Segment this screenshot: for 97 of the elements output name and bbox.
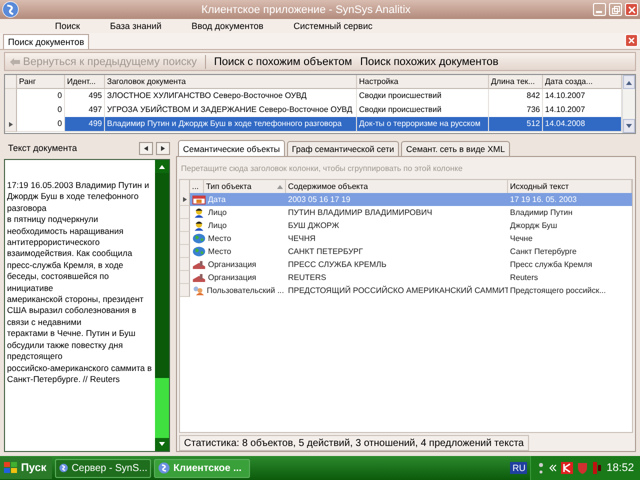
- language-indicator[interactable]: RU: [510, 462, 528, 474]
- right-arrow-icon: [160, 146, 166, 150]
- antivirus-icon[interactable]: [561, 462, 574, 474]
- building-icon: [192, 260, 206, 270]
- scrollbar[interactable]: [155, 160, 169, 451]
- app-icon: [59, 462, 69, 474]
- tab[interactable]: Семант. сеть в виде XML: [401, 141, 510, 156]
- row-pointer-icon: [182, 196, 188, 202]
- clock: 18:52: [606, 462, 634, 474]
- column-label: Тип объекта: [206, 181, 252, 193]
- row-header[interactable]: [180, 193, 190, 206]
- column-header[interactable]: ...: [190, 180, 204, 194]
- app-logo-icon[interactable]: [2, 1, 19, 18]
- toolbar-button[interactable]: Поиск похожих документов: [360, 56, 498, 68]
- window-title: Клиентское приложение - SynSys Analitix: [200, 4, 412, 16]
- table-cell: УГРОЗА УБИЙСТВОМ И ЗАДЕРЖАНИЕ Северо-Восточное ОУВД: [105, 103, 357, 118]
- panel-title: Текст документа: [7, 143, 78, 153]
- app-icon: [158, 462, 170, 474]
- object-type: Место: [208, 233, 232, 245]
- close-tab-button[interactable]: [625, 34, 638, 47]
- column-header[interactable]: Ранг: [17, 75, 65, 89]
- table-cell: 736: [489, 103, 543, 118]
- globe-icon: [192, 246, 206, 257]
- taskbar-button[interactable]: Сервер - SynS...: [55, 458, 152, 478]
- scroll-up-icon: [626, 80, 632, 84]
- object-type: Организация: [208, 272, 256, 284]
- close-icon: [628, 6, 636, 14]
- close-button[interactable]: [625, 3, 638, 16]
- scroll-down-icon: [626, 124, 632, 128]
- scroll-up-icon: [159, 164, 165, 169]
- menu-item[interactable]: Системный сервис: [278, 21, 388, 31]
- column-header[interactable]: Заголовок документа: [105, 75, 357, 89]
- column-header[interactable]: Содержимое объекта: [286, 180, 508, 194]
- document-tab[interactable]: Поиск документов: [3, 34, 90, 49]
- table-cell: 14.10.2007: [543, 89, 622, 104]
- previous-button[interactable]: [139, 142, 153, 154]
- restore-button[interactable]: [609, 3, 622, 16]
- menu-item[interactable]: Ввод документов: [176, 21, 278, 31]
- table-cell: 512: [489, 117, 543, 132]
- next-button[interactable]: [156, 142, 170, 154]
- status-text: Статистика: 8 объектов, 5 действий, 3 отношений, 4 предложений текста: [179, 435, 529, 451]
- corner-header: [5, 75, 17, 89]
- network-icon[interactable]: [537, 462, 546, 474]
- table-cell: 2003 05 16 17 19: [286, 193, 508, 206]
- scroll-down-icon: [159, 442, 165, 447]
- tab[interactable]: Граф семантической сети: [286, 141, 400, 156]
- object-type: Пользовательский ...: [206, 285, 284, 297]
- table-cell: ЗЛОСТНОЕ ХУЛИГАНСТВО Северо-Восточное ОУВД: [105, 89, 357, 104]
- left-arrow-icon: [143, 146, 149, 150]
- expand-icon[interactable]: [549, 464, 558, 472]
- object-type: Место: [208, 246, 232, 258]
- scrollbar[interactable]: [622, 75, 635, 133]
- row-header[interactable]: [5, 117, 17, 132]
- text-paragraph: российско-американского саммита в Санкт-Петербурге. // Reuters: [7, 362, 153, 386]
- table-cell: 499: [65, 117, 105, 132]
- tab[interactable]: Семантические объекты: [178, 140, 285, 156]
- column-header[interactable]: Настройка: [357, 75, 489, 89]
- table-cell: Сводки происшествий: [357, 103, 489, 118]
- table-cell: 0: [17, 103, 65, 118]
- tray-app-icon[interactable]: [592, 462, 602, 474]
- table-cell: 14.10.2007: [543, 103, 622, 118]
- table-cell: 497: [65, 103, 105, 118]
- table-cell: 0: [17, 117, 65, 132]
- group-hint: Перетащите сюда заголовок колонки, чтобы сгруппировать по этой колонке: [180, 163, 464, 175]
- table-cell: Сводки происшествий: [357, 89, 489, 104]
- menu-item[interactable]: База знаний: [94, 21, 177, 31]
- table-cell: ПРЕДСТОЯЩИЙ РОССИЙСКО АМЕРИКАНСКИЙ САММИТ: [286, 284, 508, 297]
- minimize-button[interactable]: [593, 3, 606, 16]
- column-header[interactable]: Тип объекта: [204, 180, 286, 194]
- windows-logo-icon: [4, 462, 18, 474]
- column-header[interactable]: Дата созда...: [543, 75, 622, 89]
- table-cell: 14.04.2008: [543, 117, 622, 132]
- column-header[interactable]: Исходный текст: [508, 180, 632, 194]
- menu-item[interactable]: Поиск: [40, 21, 95, 31]
- person-icon: [192, 220, 206, 231]
- close-icon: [628, 37, 635, 44]
- column-header[interactable]: Длина тек...: [489, 75, 543, 89]
- restore-icon: [612, 6, 620, 14]
- person-icon: [192, 207, 206, 218]
- object-type: Лицо: [208, 220, 227, 232]
- people-icon: [192, 285, 205, 296]
- scroll-thumb[interactable]: [155, 378, 169, 438]
- object-type: Организация: [208, 259, 256, 271]
- table-cell: Док-ты о терроризме на русском: [357, 117, 489, 132]
- back-icon: [9, 56, 21, 66]
- building-icon: [192, 272, 206, 282]
- toolbar-button[interactable]: Поиск с похожим объектом: [214, 56, 352, 68]
- table-cell: Владимир Путин и Джордж Буш в ходе телефонного разговора: [105, 117, 357, 132]
- sort-icon: [277, 184, 283, 189]
- column-header[interactable]: Идент...: [65, 75, 105, 89]
- globe-icon: [192, 233, 206, 244]
- document-text-box[interactable]: [4, 159, 170, 452]
- table-cell: 17 19 16. 05. 2003: [508, 193, 632, 206]
- object-type: Дата: [208, 194, 226, 206]
- start-button[interactable]: Пуск: [0, 457, 52, 479]
- object-type: Лицо: [208, 207, 227, 219]
- row-pointer-icon: [8, 122, 14, 126]
